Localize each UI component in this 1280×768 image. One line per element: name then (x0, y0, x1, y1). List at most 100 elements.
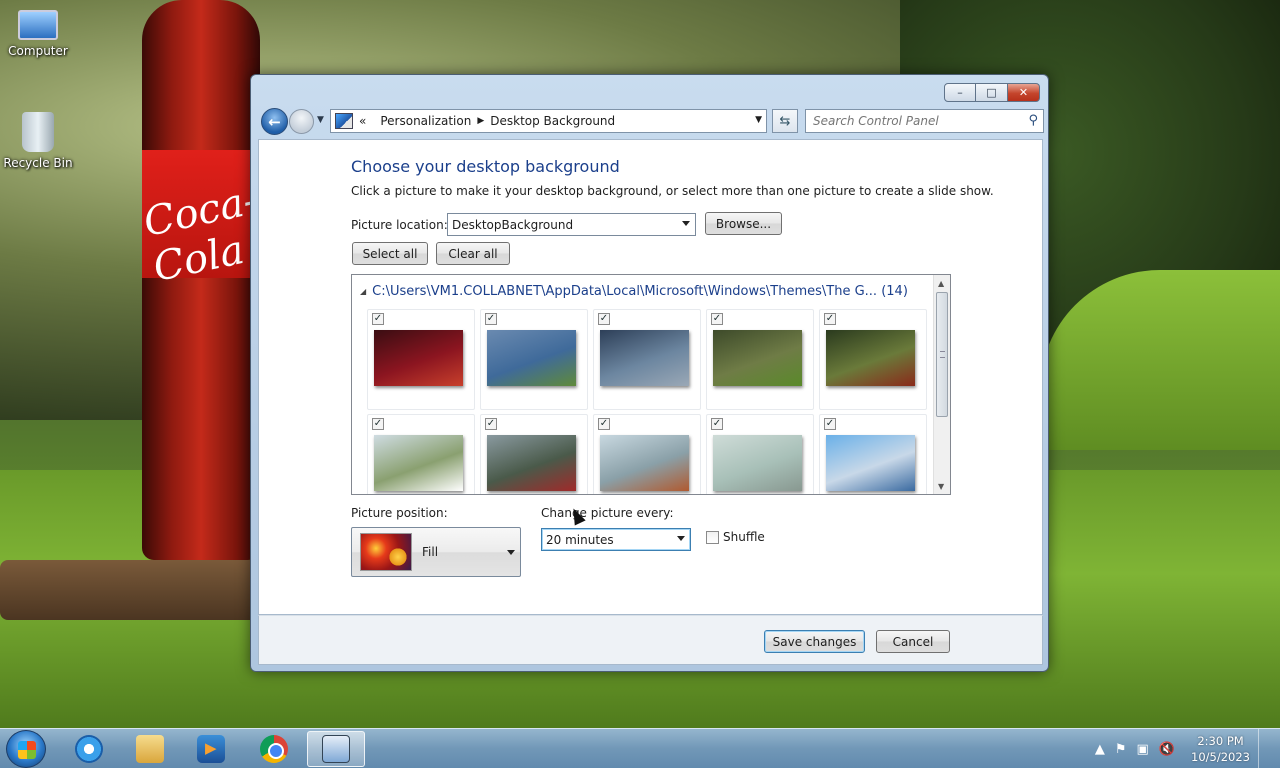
maximize-button[interactable]: □ (976, 83, 1008, 102)
desktop-background-window: – □ ✕ ← ▼ « Personalization ▶ Desktop Ba… (250, 74, 1049, 672)
clear-all-button[interactable]: Clear all (436, 242, 510, 265)
show-hidden-icons-icon[interactable]: ▲ (1095, 742, 1105, 757)
wallpaper-thumbnail[interactable]: ✓ (706, 309, 814, 410)
wallpaper-thumbnail[interactable]: ✓ (593, 414, 701, 494)
search-box[interactable]: ⚲ (805, 109, 1044, 133)
windows-media-player-icon (197, 735, 225, 763)
address-dropdown-icon[interactable]: ▼ (755, 115, 762, 125)
thumbnail-image[interactable] (487, 330, 576, 386)
wallpaper-thumbnail[interactable]: ✓ (367, 414, 475, 494)
thumbnail-checkbox[interactable]: ✓ (598, 313, 610, 325)
picture-position-label: Picture position: (351, 506, 448, 520)
start-button[interactable] (6, 730, 46, 768)
network-icon[interactable]: ▣ (1137, 742, 1149, 757)
desktop-icon-label: Computer (8, 44, 68, 58)
thumbnail-image[interactable] (713, 435, 802, 491)
gallery-scrollbar[interactable]: ▲ ▼ (933, 275, 950, 494)
clock[interactable]: 2:30 PM 10/5/2023 (1191, 733, 1250, 765)
thumbnail-checkbox[interactable]: ✓ (372, 313, 384, 325)
navigation-bar: ← ▼ « Personalization ▶ Desktop Backgrou… (257, 108, 1044, 135)
desktop-icon-recycle-bin[interactable]: Recycle Bin (0, 112, 76, 170)
address-bar[interactable]: « Personalization ▶ Desktop Background ▼ (330, 109, 767, 133)
chevron-down-icon (682, 221, 690, 226)
thumbnail-checkbox[interactable]: ✓ (372, 418, 384, 430)
volume-muted-icon[interactable]: 🔇 (1159, 742, 1175, 757)
thumbnail-checkbox[interactable]: ✓ (485, 313, 497, 325)
search-icon[interactable]: ⚲ (1028, 113, 1038, 128)
thumbnail-image[interactable] (600, 435, 689, 491)
taskbar-windows-explorer[interactable] (121, 731, 179, 767)
breadcrumb: « Personalization ▶ Desktop Background (359, 114, 615, 128)
change-picture-label: Change picture every: (541, 506, 674, 520)
gallery-group-path: C:\Users\VM1.COLLABNET\AppData\Local\Mic… (372, 284, 908, 299)
breadcrumb-separator-icon[interactable]: ▶ (477, 116, 484, 126)
wallpaper-thumbnail[interactable]: ✓ (706, 414, 814, 494)
browse-button[interactable]: Browse... (705, 212, 782, 235)
thumbnail-checkbox[interactable]: ✓ (485, 418, 497, 430)
wallpaper-thumbnail[interactable]: ✓ (480, 414, 588, 494)
wallpaper-thumbnail[interactable]: ✓ (593, 309, 701, 410)
shuffle-checkbox[interactable] (706, 530, 719, 544)
breadcrumb-overflow[interactable]: « (359, 114, 366, 128)
picture-location-select[interactable]: DesktopBackground (447, 213, 696, 236)
thumbnail-checkbox[interactable]: ✓ (711, 418, 723, 430)
thumbnail-checkbox[interactable]: ✓ (824, 418, 836, 430)
picture-position-select[interactable]: Fill (351, 527, 521, 577)
thumbnail-image[interactable] (826, 330, 915, 386)
change-interval-select[interactable]: 20 minutes (541, 528, 691, 551)
back-button[interactable]: ← (261, 108, 288, 135)
scroll-down-icon[interactable]: ▼ (938, 482, 944, 491)
picture-gallery[interactable]: ◢ C:\Users\VM1.COLLABNET\AppData\Local\M… (351, 274, 951, 495)
cancel-button[interactable]: Cancel (876, 630, 950, 653)
gallery-group-header[interactable]: ◢ C:\Users\VM1.COLLABNET\AppData\Local\M… (360, 284, 908, 299)
select-all-button[interactable]: Select all (352, 242, 428, 265)
taskbar-media-player[interactable] (182, 731, 240, 767)
minimize-button[interactable]: – (944, 83, 976, 102)
taskbar: ▲ ⚑ ▣ 🔇 2:30 PM 10/5/2023 (0, 728, 1280, 768)
shuffle-option[interactable]: Shuffle (706, 530, 765, 544)
taskbar-chrome[interactable] (245, 731, 303, 767)
breadcrumb-desktop-background[interactable]: Desktop Background (490, 114, 615, 128)
thumbnail-checkbox[interactable]: ✓ (711, 313, 723, 325)
thumbnail-image[interactable] (487, 435, 576, 491)
content-area: Choose your desktop background Click a p… (258, 139, 1043, 615)
breadcrumb-personalization[interactable]: Personalization (380, 114, 471, 128)
wallpaper-thumbnail[interactable]: ✓ (819, 414, 927, 494)
taskbar-control-panel[interactable] (307, 731, 365, 767)
system-tray: ▲ ⚑ ▣ 🔇 2:30 PM 10/5/2023 (1085, 729, 1270, 768)
change-interval-value: 20 minutes (546, 532, 614, 547)
desktop-icon-computer[interactable]: Computer (0, 10, 76, 58)
computer-icon (18, 10, 58, 40)
collapse-icon[interactable]: ◢ (360, 287, 366, 296)
control-panel-icon (335, 113, 353, 129)
taskbar-internet-explorer[interactable] (60, 731, 118, 767)
clock-date: 10/5/2023 (1191, 750, 1250, 764)
thumbnail-image[interactable] (600, 330, 689, 386)
thumbnail-checkbox[interactable]: ✓ (824, 313, 836, 325)
show-desktop-button[interactable] (1258, 729, 1270, 768)
picture-position-value: Fill (422, 545, 439, 559)
recycle-bin-icon (22, 112, 54, 152)
close-button[interactable]: ✕ (1008, 83, 1040, 102)
thumbnail-image[interactable] (713, 330, 802, 386)
wallpaper-thumbnail[interactable]: ✓ (480, 309, 588, 410)
position-preview-image (360, 533, 412, 571)
thumbnail-image[interactable] (374, 435, 463, 491)
thumbnail-checkbox[interactable]: ✓ (598, 418, 610, 430)
recent-pages-dropdown[interactable]: ▼ (317, 115, 324, 125)
page-description: Click a picture to make it your desktop … (351, 184, 994, 198)
thumbnail-image[interactable] (826, 435, 915, 491)
scroll-up-icon[interactable]: ▲ (938, 279, 944, 288)
refresh-button[interactable]: ⇆ (772, 109, 798, 133)
chevron-down-icon (677, 536, 685, 541)
save-changes-button[interactable]: Save changes (764, 630, 865, 653)
chevron-down-icon (507, 550, 515, 555)
wallpaper-thumbnail[interactable]: ✓ (367, 309, 475, 410)
action-center-flag-icon[interactable]: ⚑ (1115, 742, 1127, 757)
scrollbar-thumb[interactable] (936, 292, 948, 417)
search-input[interactable] (806, 114, 1016, 128)
wallpaper-thumbnail[interactable]: ✓ (819, 309, 927, 410)
thumbnail-image[interactable] (374, 330, 463, 386)
forward-button[interactable] (289, 109, 314, 134)
shuffle-label: Shuffle (723, 530, 765, 544)
